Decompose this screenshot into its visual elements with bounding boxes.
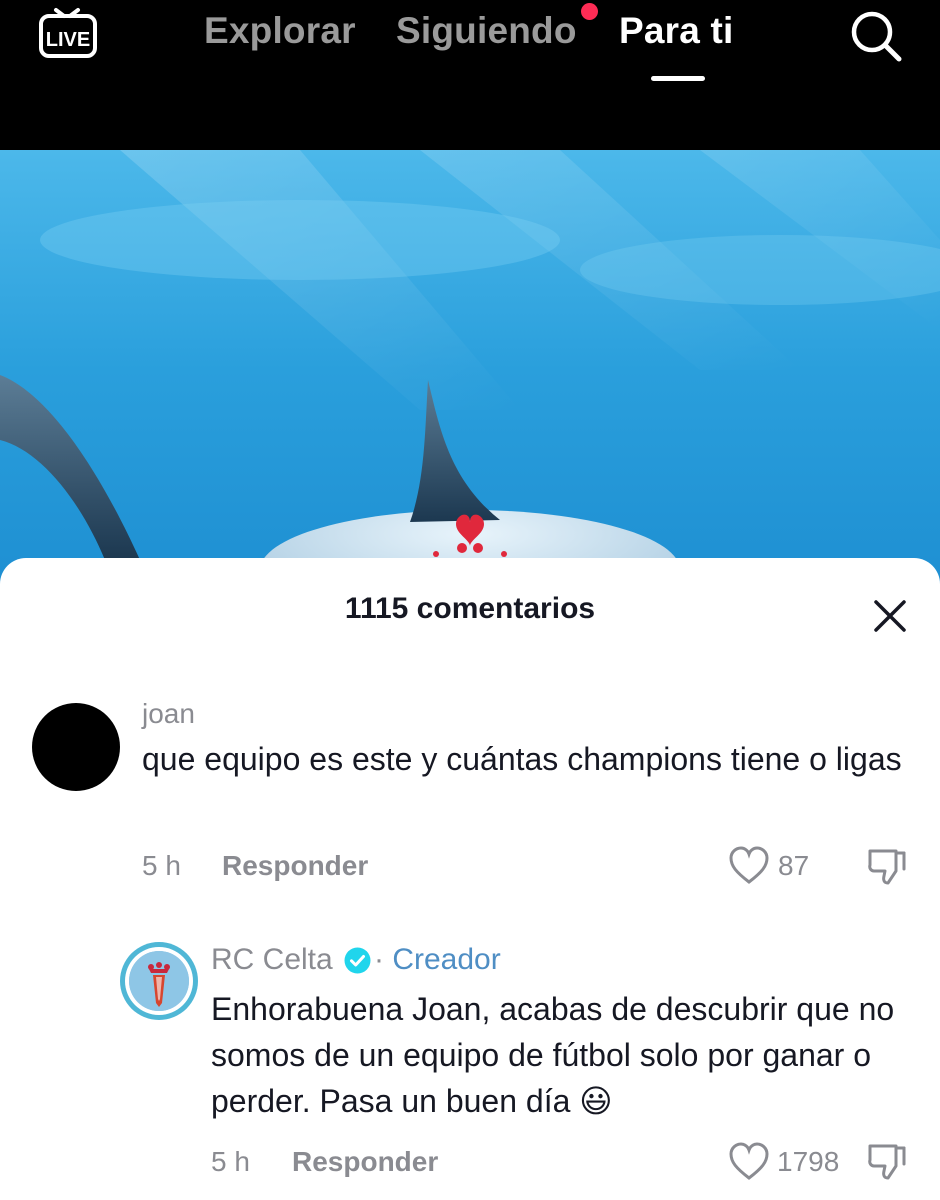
thumbs-down-icon <box>868 1144 906 1180</box>
heart-icon <box>729 846 769 884</box>
reply-button[interactable]: Responder <box>222 850 368 882</box>
reply-button[interactable]: Responder <box>292 1146 438 1178</box>
close-icon <box>874 600 906 632</box>
search-icon <box>851 11 902 62</box>
notification-dot <box>581 3 598 20</box>
reply-time: 5 h <box>211 1146 250 1177</box>
live-button[interactable]: LIVE <box>38 4 98 62</box>
like-button[interactable] <box>728 1142 770 1182</box>
dislike-button[interactable] <box>866 845 908 887</box>
tab-siguiendo[interactable]: Siguiendo <box>396 10 577 52</box>
tab-para-ti[interactable]: Para ti <box>619 10 734 52</box>
dislike-button[interactable] <box>866 1140 908 1182</box>
live-label: LIVE <box>46 29 90 51</box>
top-nav: LIVE Explorar Siguiendo Para ti <box>0 0 940 150</box>
comment-username[interactable]: joan <box>142 698 195 730</box>
search-button[interactable] <box>848 8 904 64</box>
tab-explorar[interactable]: Explorar <box>204 10 356 52</box>
comment-time: 5 h <box>142 850 181 881</box>
badge-separator: · <box>374 943 384 976</box>
creator-badge: · Creador <box>374 943 501 977</box>
like-count: 1798 <box>777 1146 840 1177</box>
video-preview[interactable] <box>0 150 940 590</box>
live-tv-icon: LIVE <box>39 8 97 58</box>
reply-username[interactable]: RC Celta <box>211 943 333 977</box>
like-button[interactable] <box>728 846 770 886</box>
comments-count-title: 1115 comentarios <box>344 592 596 625</box>
verified-check-icon <box>344 947 371 974</box>
celta-crest-icon <box>129 951 189 1011</box>
active-tab-indicator <box>651 76 705 81</box>
avatar[interactable] <box>32 703 120 791</box>
creator-label: Creador <box>392 943 501 976</box>
thumbs-down-icon <box>868 849 906 885</box>
avatar-rc-celta[interactable] <box>120 942 198 1020</box>
comment-text: que equipo es este y cuántas champions t… <box>142 741 902 777</box>
celta-crest-image <box>129 951 189 1011</box>
like-count: 87 <box>778 850 810 881</box>
reply-text: Enhorabuena Joan, acabas de descubrir qu… <box>211 991 895 1119</box>
close-button[interactable] <box>870 596 910 636</box>
heart-icon <box>729 1142 769 1180</box>
verified-badge <box>344 947 371 974</box>
comments-sheet: 1115 comentarios joan que equipo es este… <box>0 558 940 1200</box>
video-frame <box>0 150 940 590</box>
